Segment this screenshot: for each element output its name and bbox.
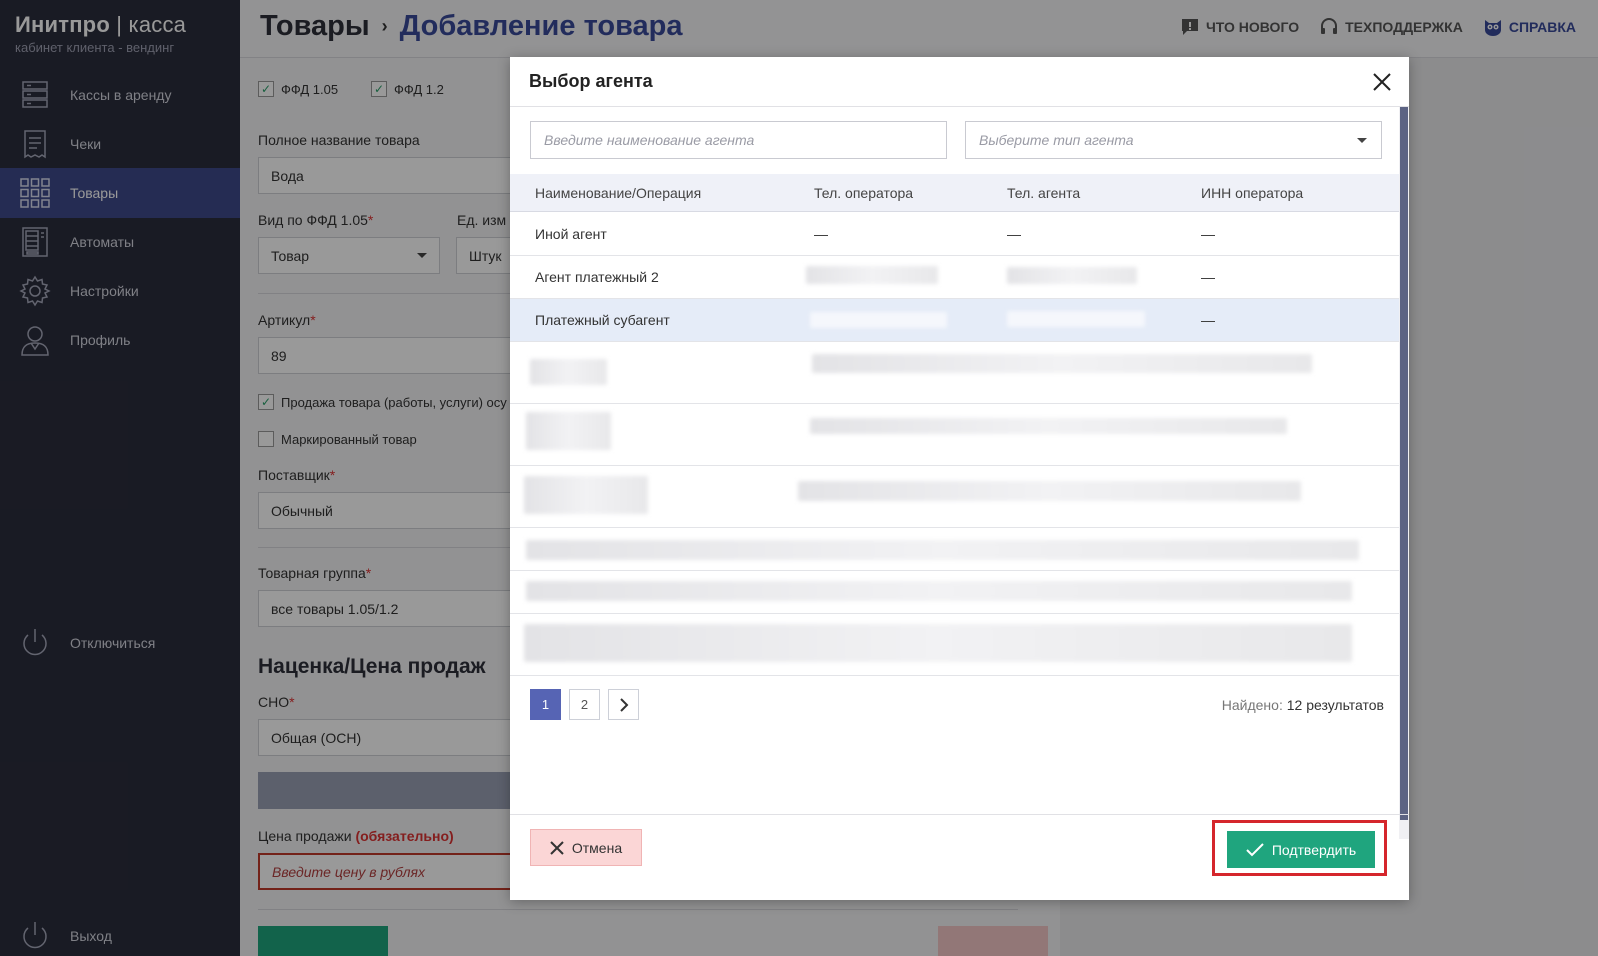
- column-header[interactable]: ИНН оператора: [1201, 185, 1303, 201]
- column-header[interactable]: Тел. агента: [1007, 185, 1080, 201]
- cancel-label: Отмена: [571, 839, 623, 856]
- redacted-value: [526, 412, 611, 450]
- operator-inn: —: [1201, 269, 1215, 285]
- redacted-value: [1007, 311, 1145, 327]
- table-row[interactable]: [510, 528, 1399, 571]
- modal-footer: Отмена Подтвердить: [510, 814, 1409, 880]
- table-row-selected[interactable]: Платежный субагент —: [510, 299, 1399, 342]
- table-row[interactable]: [510, 571, 1399, 614]
- confirm-highlight: Подтвердить: [1212, 820, 1387, 876]
- confirm-button[interactable]: Подтвердить: [1227, 831, 1375, 868]
- modal-scrollbar[interactable]: [1399, 107, 1409, 839]
- chevron-right-icon: [619, 697, 628, 712]
- redacted-value: [524, 624, 1352, 662]
- redacted-value: [798, 481, 1301, 501]
- found-label: Найдено:: [1221, 697, 1283, 713]
- redacted-value: [524, 476, 648, 514]
- modal-title: Выбор агента: [529, 71, 653, 91]
- pagination: 1 2: [530, 689, 639, 720]
- cancel-button[interactable]: Отмена: [530, 829, 642, 866]
- redacted-value: [810, 418, 1287, 434]
- column-header[interactable]: Тел. оператора: [814, 185, 913, 201]
- agent-select-modal: Выбор агента Введите наименование агента…: [510, 57, 1409, 900]
- close-icon: [550, 840, 564, 855]
- table-header: Наименование/Операция Тел. оператора Тел…: [510, 174, 1399, 212]
- page-button[interactable]: 2: [569, 689, 600, 720]
- found-value: 12 результатов: [1286, 697, 1384, 713]
- close-icon[interactable]: [1370, 70, 1394, 94]
- agent-phone: —: [1007, 226, 1021, 242]
- redacted-value: [1007, 267, 1137, 284]
- redacted-value: [526, 540, 1359, 560]
- table-row[interactable]: Агент платежный 2 —: [510, 256, 1399, 299]
- table-row[interactable]: [510, 342, 1399, 404]
- checkmark-icon: [1246, 842, 1264, 856]
- redacted-value: [812, 354, 1312, 373]
- operator-inn: —: [1201, 312, 1215, 328]
- agent-name: Иной агент: [535, 226, 607, 242]
- redacted-value: [810, 312, 947, 328]
- confirm-label: Подтвердить: [1271, 841, 1357, 858]
- agent-type-placeholder: Выберите тип агента: [979, 132, 1134, 148]
- results-count: Найдено: 12 результатов: [1222, 697, 1384, 713]
- redacted-value: [806, 266, 938, 284]
- table-row[interactable]: [510, 614, 1399, 676]
- page-button[interactable]: 1: [530, 689, 561, 720]
- operator-phone: —: [814, 226, 828, 242]
- agent-name: Платежный субагент: [535, 312, 670, 328]
- operator-inn: —: [1201, 226, 1215, 242]
- modal-header: Выбор агента: [510, 57, 1409, 107]
- redacted-value: [530, 359, 607, 385]
- scrollbar-thumb[interactable]: [1400, 107, 1408, 820]
- column-header[interactable]: Наименование/Операция: [535, 185, 701, 201]
- next-page-button[interactable]: [608, 689, 639, 720]
- agent-name: Агент платежный 2: [535, 269, 659, 285]
- table-row[interactable]: Иной агент — — —: [510, 212, 1399, 256]
- redacted-value: [526, 581, 1352, 601]
- modal-body: Введите наименование агента Выберите тип…: [510, 107, 1399, 889]
- table-row[interactable]: [510, 466, 1399, 528]
- agent-name-input[interactable]: Введите наименование агента: [530, 121, 947, 159]
- agent-type-select[interactable]: Выберите тип агента: [965, 121, 1382, 159]
- caret-down-icon: [1357, 137, 1367, 143]
- table-row[interactable]: [510, 404, 1399, 466]
